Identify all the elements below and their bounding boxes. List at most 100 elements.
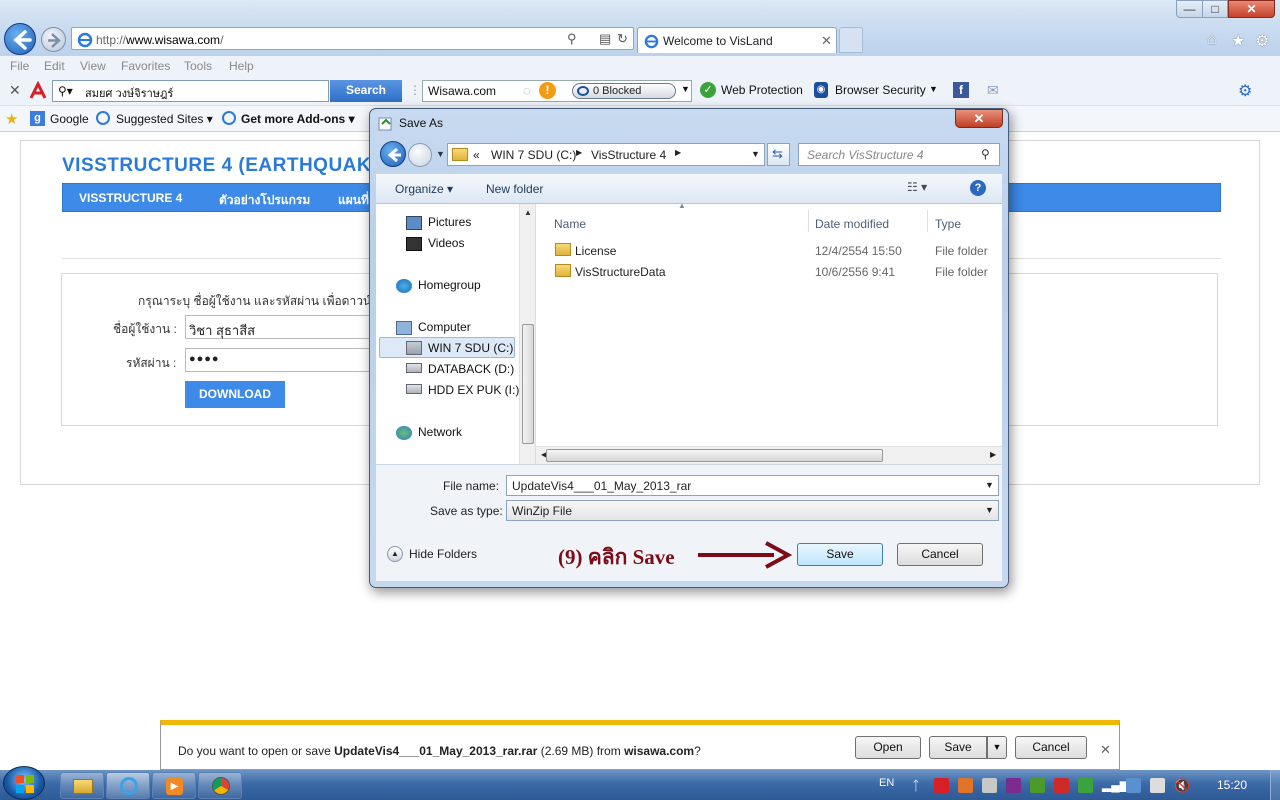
menu-view[interactable]: View xyxy=(80,59,106,73)
favorites-add-icon[interactable]: ★ xyxy=(5,110,18,128)
download-button[interactable]: DOWNLOAD xyxy=(185,381,285,408)
save-button[interactable]: Save xyxy=(797,543,883,566)
taskbar-explorer[interactable] xyxy=(60,772,104,799)
mail-icon[interactable]: ✉ xyxy=(987,82,999,99)
scroll-thumb[interactable] xyxy=(546,449,883,462)
refresh-button[interactable]: ⇆ xyxy=(767,143,790,166)
onenote-icon[interactable] xyxy=(1006,778,1021,793)
file-row[interactable]: VisStructureData 10/6/2556 9:41 File fol… xyxy=(536,261,1002,282)
nav-item-videos[interactable]: Videos xyxy=(428,236,464,250)
power-icon[interactable] xyxy=(1150,778,1165,793)
dialog-back-button[interactable] xyxy=(380,141,406,167)
username-input[interactable]: วิชา สุธาสีส xyxy=(185,315,385,339)
tray-app-icon[interactable] xyxy=(958,778,973,793)
recent-locations-icon[interactable]: ▼ xyxy=(436,149,445,159)
breadcrumb-folder[interactable]: VisStructure 4 xyxy=(591,148,666,162)
home-icon[interactable]: ⌂ xyxy=(1207,31,1217,49)
toolbar-search-button[interactable]: Search xyxy=(330,80,402,102)
volume-muted-icon[interactable]: 🔇 xyxy=(1174,778,1190,793)
save-type-select[interactable]: WinZip File ▼ xyxy=(506,500,999,521)
nav-visstructure[interactable]: VISSTRUCTURE 4 xyxy=(79,191,182,205)
help-icon[interactable]: ? xyxy=(970,180,986,196)
close-tab-icon[interactable]: ✕ xyxy=(821,33,832,49)
file-row[interactable]: License 12/4/2554 15:50 File folder xyxy=(536,240,1002,261)
refresh-icon[interactable]: ↻ xyxy=(617,31,628,47)
breadcrumb-drive[interactable]: WIN 7 SDU (C:) xyxy=(491,148,576,162)
nav-item-network[interactable]: Network xyxy=(418,425,462,439)
chevron-down-icon[interactable]: ▼ xyxy=(929,84,938,94)
compatibility-icon[interactable]: ▤ xyxy=(599,31,611,47)
back-button[interactable] xyxy=(4,23,36,55)
new-tab-button[interactable] xyxy=(839,27,863,53)
tray-app-icon[interactable] xyxy=(1078,778,1093,793)
browser-security-button[interactable]: Browser Security xyxy=(835,83,926,97)
toolbar-search-input[interactable]: ⚲▾ สมยศ วงษ์จิราษฎร์ xyxy=(52,80,329,102)
breadcrumb[interactable]: « WIN 7 SDU (C:) ▶ VisStructure 4 ▶ ▼ xyxy=(447,143,765,166)
scroll-up-icon[interactable]: ▲ xyxy=(524,208,532,217)
fav-suggested-sites[interactable]: Suggested Sites ▾ xyxy=(116,112,213,126)
cancel-button[interactable]: Cancel xyxy=(897,543,983,566)
column-date[interactable]: Date modified xyxy=(815,217,889,231)
avira-tray-icon[interactable] xyxy=(934,778,949,793)
column-name[interactable]: Name xyxy=(554,217,586,231)
favorites-star-icon[interactable]: ★ xyxy=(1231,31,1245,51)
notify-save-dropdown[interactable]: ▼ xyxy=(987,736,1007,759)
password-input[interactable]: ●●●● xyxy=(185,348,385,372)
view-options-icon[interactable]: ☷ ▾ xyxy=(907,180,927,194)
forward-button[interactable] xyxy=(41,27,66,52)
notify-save-button[interactable]: Save xyxy=(929,736,987,759)
tray-app-icon[interactable] xyxy=(1030,778,1045,793)
nav-item-drive-c[interactable]: WIN 7 SDU (C:) xyxy=(428,341,513,355)
action-center-icon[interactable] xyxy=(1126,778,1141,793)
chevron-down-icon[interactable]: ▼ xyxy=(681,84,690,94)
dialog-search-input[interactable]: Search VisStructure 4 ⚲ xyxy=(798,143,1000,166)
organize-button[interactable]: Organize ▾ xyxy=(395,182,453,196)
close-window-button[interactable]: ✕ xyxy=(1228,0,1275,18)
dialog-forward-button[interactable] xyxy=(408,143,432,167)
taskbar-media-player[interactable]: ▶ xyxy=(152,772,196,799)
close-toolbar-icon[interactable]: ✕ xyxy=(9,82,21,99)
nav-examples[interactable]: ตัวอย่างโปรแกรม xyxy=(219,191,310,210)
nav-item-computer[interactable]: Computer xyxy=(418,320,471,334)
nav-scrollbar[interactable]: ▲ xyxy=(519,204,535,464)
nav-map[interactable]: แผนที่ xyxy=(338,191,369,210)
chevron-right-icon[interactable]: ▶ xyxy=(576,148,582,157)
column-type[interactable]: Type xyxy=(935,217,961,231)
menu-favorites[interactable]: Favorites xyxy=(121,59,170,73)
nav-item-homegroup[interactable]: Homegroup xyxy=(418,278,481,292)
chevron-down-icon[interactable]: ▼ xyxy=(985,480,994,490)
taskbar-chrome[interactable] xyxy=(198,772,242,799)
blocked-counter[interactable]: 0 Blocked xyxy=(572,83,676,99)
bluetooth-icon[interactable]: ᛏ xyxy=(912,778,927,793)
notify-cancel-button[interactable]: Cancel xyxy=(1015,736,1087,759)
toolbar-settings-icon[interactable]: ⚙ xyxy=(1238,81,1252,101)
tab-welcome[interactable]: Welcome to VisLand ✕ xyxy=(637,27,837,53)
taskbar-ie[interactable] xyxy=(106,772,150,799)
chevron-down-icon[interactable]: ▼ xyxy=(751,149,760,159)
search-dropdown-icon[interactable]: ⚲ xyxy=(567,31,577,47)
chevron-right-icon[interactable]: ▶ xyxy=(675,148,681,157)
clock[interactable]: 15:20 xyxy=(1217,778,1247,792)
nav-item-pictures[interactable]: Pictures xyxy=(428,215,471,229)
tools-gear-icon[interactable]: ⚙ xyxy=(1255,31,1269,51)
tray-app-icon[interactable] xyxy=(1054,778,1069,793)
collapse-up-icon[interactable]: ▲ xyxy=(387,546,403,562)
menu-edit[interactable]: Edit xyxy=(44,59,65,73)
scroll-thumb[interactable] xyxy=(522,324,534,444)
hide-folders-button[interactable]: Hide Folders xyxy=(409,547,477,561)
start-button[interactable] xyxy=(3,766,45,800)
file-name-input[interactable]: UpdateVis4___01_May_2013_rar ▼ xyxy=(506,475,999,496)
minimize-button[interactable]: — xyxy=(1176,0,1203,18)
horizontal-scrollbar[interactable]: ◀ ▶ xyxy=(536,446,1002,464)
dialog-close-button[interactable]: ✕ xyxy=(955,109,1003,128)
scroll-right-icon[interactable]: ▶ xyxy=(990,450,996,459)
nav-item-drive-i[interactable]: HDD EX PUK (I:) xyxy=(428,383,519,397)
notify-open-button[interactable]: Open xyxy=(855,736,921,759)
web-protection-button[interactable]: Web Protection xyxy=(721,83,803,97)
menu-file[interactable]: File xyxy=(10,59,29,73)
tray-app-icon[interactable] xyxy=(982,778,997,793)
language-indicator[interactable]: EN xyxy=(879,777,894,789)
menu-tools[interactable]: Tools xyxy=(184,59,212,73)
chevron-down-icon[interactable]: ▼ xyxy=(985,505,994,515)
show-desktop-button[interactable] xyxy=(1270,770,1280,800)
